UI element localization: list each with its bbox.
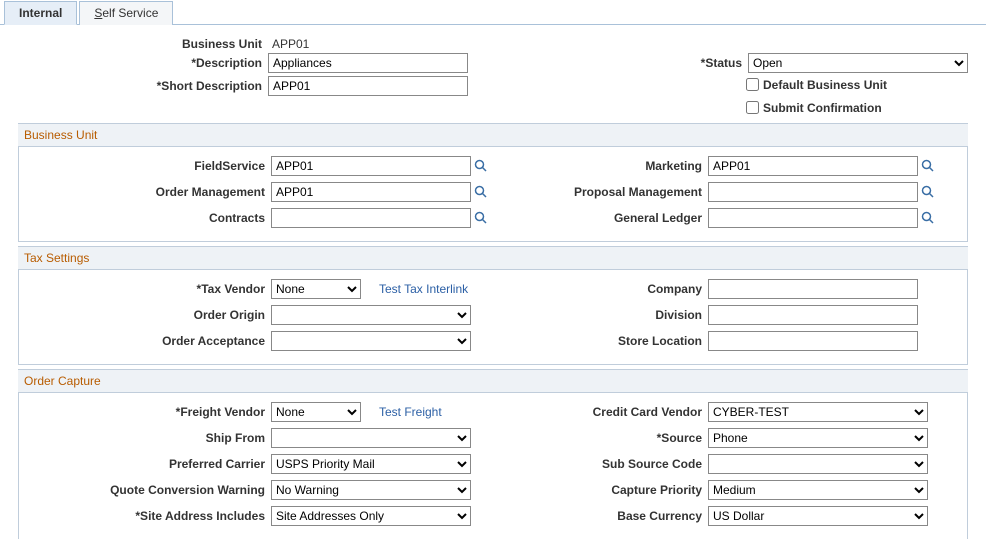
label-division: Division <box>493 308 708 322</box>
select-status[interactable]: Open <box>748 53 968 73</box>
label-contracts: Contracts <box>23 211 271 225</box>
link-test-freight[interactable]: Test Freight <box>379 405 442 419</box>
select-ship-from[interactable] <box>271 428 471 448</box>
label-capture-priority: Capture Priority <box>493 483 708 497</box>
select-preferred-carrier[interactable]: USPS Priority Mail <box>271 454 471 474</box>
input-marketing[interactable] <box>708 156 918 176</box>
input-short-description[interactable] <box>268 76 468 96</box>
input-description[interactable] <box>268 53 468 73</box>
section-body-tax-settings: *Tax Vendor None Test Tax Interlink Orde… <box>18 270 968 365</box>
section-header-tax-settings: Tax Settings <box>18 246 968 270</box>
label-source: *Source <box>493 431 708 445</box>
input-proposal-management[interactable] <box>708 182 918 202</box>
label-status: *Status <box>701 56 748 70</box>
magnifier-icon <box>921 185 935 199</box>
label-ship-from: Ship From <box>23 431 271 445</box>
label-default-business-unit: Default Business Unit <box>763 78 887 92</box>
label-general-ledger: General Ledger <box>493 211 708 225</box>
label-order-acceptance: Order Acceptance <box>23 334 271 348</box>
magnifier-icon <box>921 211 935 225</box>
row-description: *Description *Status Open <box>18 53 968 73</box>
label-business-unit: Business Unit <box>18 37 268 51</box>
lookup-contracts[interactable] <box>473 210 489 226</box>
label-preferred-carrier: Preferred Carrier <box>23 457 271 471</box>
lookup-marketing[interactable] <box>920 158 936 174</box>
label-quote-conversion-warning: Quote Conversion Warning <box>23 483 271 497</box>
row-short-description: *Short Description Default Business Unit <box>18 75 968 96</box>
tab-self-service-rest: elf Service <box>102 6 158 20</box>
checkbox-default-business-unit[interactable] <box>746 78 759 91</box>
label-company: Company <box>493 282 708 296</box>
section-body-order-capture: *Freight Vendor None Test Freight Ship F… <box>18 393 968 539</box>
page-content: Business Unit APP01 *Description *Status… <box>0 25 986 551</box>
magnifier-icon <box>474 185 488 199</box>
label-site-address-includes: *Site Address Includes <box>23 509 271 523</box>
lookup-general-ledger[interactable] <box>920 210 936 226</box>
input-company[interactable] <box>708 279 918 299</box>
select-freight-vendor[interactable]: None <box>271 402 361 422</box>
label-sub-source-code: Sub Source Code <box>493 457 708 471</box>
input-store-location[interactable] <box>708 331 918 351</box>
input-general-ledger[interactable] <box>708 208 918 228</box>
lookup-field-service[interactable] <box>473 158 489 174</box>
row-submit-confirmation-outer: Submit Confirmation <box>18 98 968 119</box>
label-freight-vendor: *Freight Vendor <box>23 405 271 419</box>
row-submit-confirmation: Submit Confirmation <box>742 98 968 117</box>
label-field-service: FieldService <box>23 159 271 173</box>
label-order-origin: Order Origin <box>23 308 271 322</box>
select-source[interactable]: Phone <box>708 428 928 448</box>
select-site-address-includes[interactable]: Site Addresses Only <box>271 506 471 526</box>
label-description: *Description <box>18 56 268 70</box>
label-short-description: *Short Description <box>18 79 268 93</box>
section-tax-settings: Tax Settings *Tax Vendor None Test Tax I… <box>18 246 968 365</box>
label-store-location: Store Location <box>493 334 708 348</box>
label-base-currency: Base Currency <box>493 509 708 523</box>
section-body-business-unit: FieldService Order Management Contracts <box>18 147 968 242</box>
label-marketing: Marketing <box>493 159 708 173</box>
select-credit-card-vendor[interactable]: CYBER-TEST <box>708 402 928 422</box>
tab-internal[interactable]: Internal <box>4 1 77 25</box>
select-quote-conversion-warning[interactable]: No Warning <box>271 480 471 500</box>
tab-bar: Internal Self Service <box>0 0 986 25</box>
magnifier-icon <box>921 159 935 173</box>
select-sub-source-code[interactable] <box>708 454 928 474</box>
row-default-bu: Default Business Unit <box>742 75 968 94</box>
value-business-unit: APP01 <box>268 37 309 51</box>
input-contracts[interactable] <box>271 208 471 228</box>
link-test-tax-interlink[interactable]: Test Tax Interlink <box>379 282 468 296</box>
section-business-unit: Business Unit FieldService Order Managem… <box>18 123 968 242</box>
label-tax-vendor: *Tax Vendor <box>23 282 271 296</box>
select-tax-vendor[interactable]: None <box>271 279 361 299</box>
section-header-order-capture: Order Capture <box>18 369 968 393</box>
select-order-origin[interactable] <box>271 305 471 325</box>
input-division[interactable] <box>708 305 918 325</box>
row-business-unit: Business Unit APP01 <box>18 37 968 51</box>
lookup-proposal-management[interactable] <box>920 184 936 200</box>
label-proposal-management: Proposal Management <box>493 185 708 199</box>
tab-self-service[interactable]: Self Service <box>79 1 173 25</box>
section-header-business-unit: Business Unit <box>18 123 968 147</box>
lookup-order-management[interactable] <box>473 184 489 200</box>
select-order-acceptance[interactable] <box>271 331 471 351</box>
select-base-currency[interactable]: US Dollar <box>708 506 928 526</box>
select-capture-priority[interactable]: Medium <box>708 480 928 500</box>
label-credit-card-vendor: Credit Card Vendor <box>493 405 708 419</box>
label-order-management: Order Management <box>23 185 271 199</box>
input-field-service[interactable] <box>271 156 471 176</box>
input-order-management[interactable] <box>271 182 471 202</box>
label-submit-confirmation: Submit Confirmation <box>763 101 882 115</box>
magnifier-icon <box>474 211 488 225</box>
checkbox-submit-confirmation[interactable] <box>746 101 759 114</box>
magnifier-icon <box>474 159 488 173</box>
